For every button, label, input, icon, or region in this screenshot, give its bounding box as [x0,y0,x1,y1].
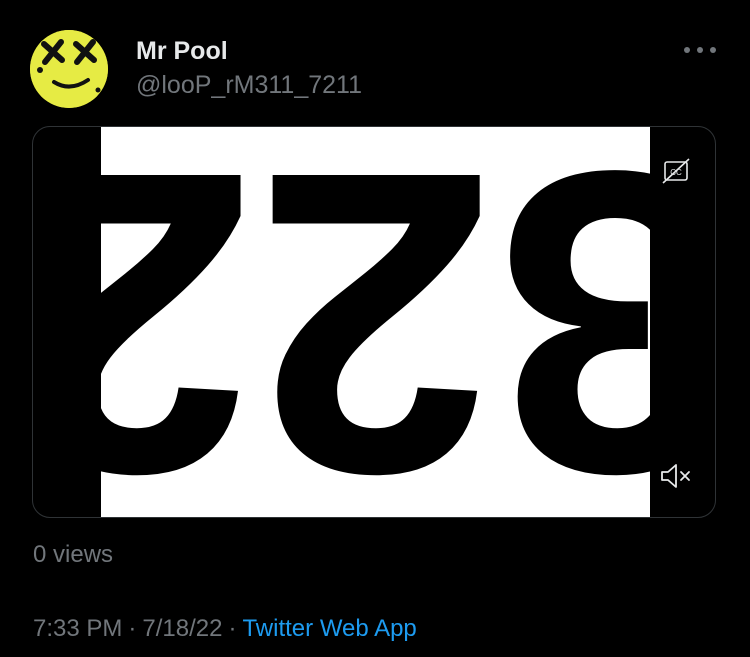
closed-captions-off-icon: CC [662,158,690,184]
video-frame-image: 322 [101,127,650,518]
ellipsis-icon [684,47,716,53]
author-handle[interactable]: @looP_rM311_7211 [136,70,362,100]
video-player[interactable]: 322 CC [32,126,716,518]
tweet-source-link[interactable]: Twitter Web App [242,615,416,642]
tweet-time[interactable]: 7:33 PM [33,615,122,642]
meta-separator: · [228,615,237,642]
tweet-date[interactable]: 7/18/22 [142,615,222,642]
avatar[interactable] [30,30,108,108]
more-options-button[interactable] [680,38,720,62]
speaker-muted-icon [661,464,690,488]
video-frame-text: 322 [101,127,650,518]
closed-captions-button[interactable]: CC [661,157,693,185]
meta-separator: · [128,615,137,642]
mute-button[interactable] [659,461,693,491]
video-frame: 322 [101,127,650,518]
view-count: 0 views [33,541,114,568]
tweet-meta: 7:33 PM · 7/18/22 · Twitter Web App [33,613,417,645]
dead-smiley-avatar-icon [30,30,108,108]
author-display-name[interactable]: Mr Pool [136,36,228,66]
